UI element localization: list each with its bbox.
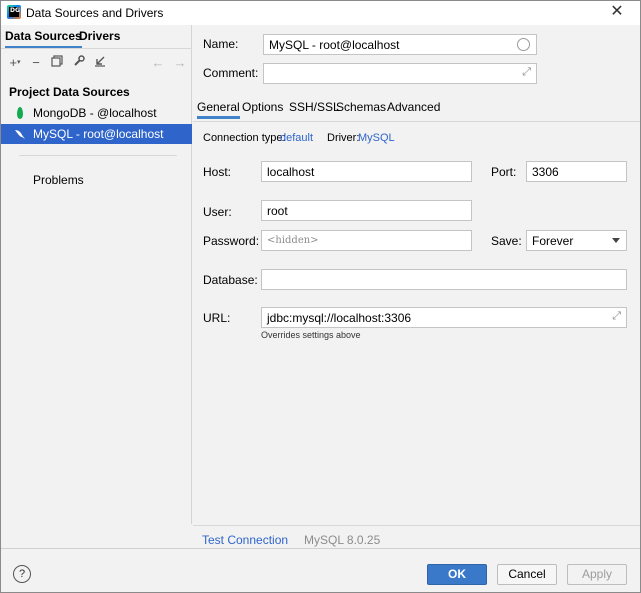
- password-label: Password:: [203, 234, 260, 248]
- datasource-label: MySQL - root@localhost: [33, 127, 164, 141]
- save-select[interactable]: Forever: [526, 230, 627, 251]
- mongodb-leaf-icon: [17, 107, 23, 119]
- url-value: jdbc:mysql://localhost:3306: [267, 311, 412, 325]
- ok-button[interactable]: OK: [427, 564, 487, 585]
- datasource-label: MongoDB - @localhost: [33, 106, 157, 120]
- url-hint: Overrides settings above: [261, 330, 361, 340]
- expand-icon[interactable]: ⤢: [522, 66, 531, 79]
- user-label: User:: [203, 205, 232, 219]
- settings-tabs: General Options SSH/SSL Schemas Advanced: [193, 97, 640, 119]
- remove-icon[interactable]: −: [28, 55, 44, 71]
- left-tabs: Data Sources Drivers: [1, 25, 192, 49]
- mysql-dolphin-icon: [14, 128, 26, 140]
- tabs-divider: [1, 48, 192, 49]
- datasource-item-mongodb[interactable]: MongoDB - @localhost: [1, 103, 192, 123]
- tab-general[interactable]: General: [197, 100, 240, 119]
- left-toolbar: +▾ − ← →: [1, 53, 192, 73]
- connection-type-label: Connection type:: [203, 132, 286, 144]
- tab-schemas[interactable]: Schemas: [336, 100, 386, 116]
- datasource-item-mysql[interactable]: MySQL - root@localhost: [1, 124, 192, 144]
- footer-divider: [1, 548, 640, 549]
- port-label: Port:: [491, 165, 517, 179]
- dialog-window: DG Data Sources and Drivers ✕ Data Sourc…: [0, 0, 641, 593]
- color-circle-icon[interactable]: [517, 38, 530, 51]
- left-panel: Data Sources Drivers +▾ − ← → Project Da…: [1, 25, 192, 524]
- name-label: Name:: [203, 37, 239, 51]
- add-icon[interactable]: +▾: [7, 55, 23, 71]
- tab-options[interactable]: Options: [242, 100, 283, 116]
- tab-drivers[interactable]: Drivers: [79, 29, 120, 46]
- wrench-icon[interactable]: [71, 55, 87, 71]
- back-arrow-icon[interactable]: ←: [150, 55, 166, 71]
- tabs-divider: [193, 121, 640, 122]
- forward-arrow-icon[interactable]: →: [172, 55, 188, 71]
- tab-ssh-ssl[interactable]: SSH/SSL: [289, 100, 340, 116]
- expand-icon[interactable]: ⤢: [612, 310, 621, 323]
- database-field[interactable]: [261, 269, 627, 290]
- left-divider: [19, 155, 177, 156]
- url-field[interactable]: jdbc:mysql://localhost:3306 ⤢: [261, 307, 627, 328]
- database-label: Database:: [203, 273, 258, 287]
- password-field[interactable]: <hidden>: [261, 230, 472, 251]
- tab-advanced[interactable]: Advanced: [387, 100, 440, 116]
- window-title: Data Sources and Drivers: [26, 6, 164, 20]
- driver-link[interactable]: MySQL: [358, 132, 395, 144]
- comment-field[interactable]: ⤢: [263, 63, 537, 84]
- name-field[interactable]: MySQL - root@localhost: [263, 34, 537, 55]
- datagrip-app-icon: DG: [7, 5, 21, 19]
- name-value: MySQL - root@localhost: [269, 38, 400, 52]
- save-select-value: Forever: [532, 234, 574, 248]
- problems-item[interactable]: Problems: [33, 173, 84, 187]
- project-data-sources-heading: Project Data Sources: [9, 85, 130, 99]
- user-field[interactable]: root: [261, 200, 472, 221]
- host-field[interactable]: localhost: [261, 161, 472, 182]
- connection-type-link[interactable]: default: [280, 132, 313, 144]
- import-icon[interactable]: [92, 55, 108, 71]
- test-connection-link[interactable]: Test Connection: [202, 533, 288, 547]
- chevron-down-icon: [612, 238, 620, 243]
- tab-data-sources[interactable]: Data Sources: [5, 29, 82, 49]
- driver-version: MySQL 8.0.25: [304, 533, 381, 547]
- title-bar: DG Data Sources and Drivers ✕: [1, 1, 640, 25]
- driver-label: Driver:: [327, 132, 360, 144]
- apply-button[interactable]: Apply: [567, 564, 627, 585]
- save-label: Save:: [491, 234, 522, 248]
- close-icon[interactable]: ✕: [608, 3, 626, 21]
- port-field[interactable]: 3306: [526, 161, 627, 182]
- help-button[interactable]: ?: [13, 565, 31, 583]
- right-panel: Name: MySQL - root@localhost Comment: ⤢ …: [193, 25, 640, 547]
- bottom-divider: [193, 525, 640, 526]
- copy-icon[interactable]: [49, 55, 65, 71]
- comment-label: Comment:: [203, 66, 259, 80]
- host-label: Host:: [203, 165, 232, 179]
- cancel-button[interactable]: Cancel: [497, 564, 557, 585]
- url-label: URL:: [203, 311, 231, 325]
